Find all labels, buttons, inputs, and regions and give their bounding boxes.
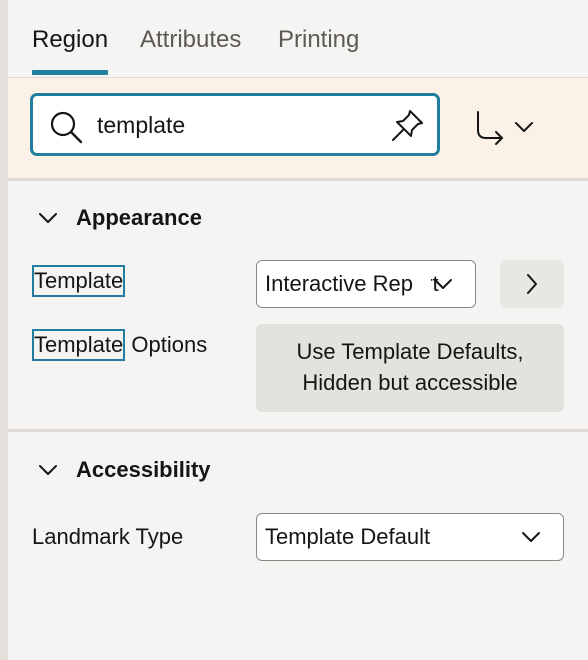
tab-region[interactable]: Region xyxy=(32,26,108,54)
tab-printing[interactable]: Printing xyxy=(278,26,359,54)
tab-bar: Region Attributes Printing xyxy=(8,0,588,78)
template-options-button[interactable]: Use Template Defaults, Hidden but access… xyxy=(256,324,564,412)
appearance-section-title: Appearance xyxy=(76,205,202,230)
left-panel-edge xyxy=(0,0,8,660)
template-options-label: Template Options xyxy=(32,329,207,361)
active-tab-indicator xyxy=(32,70,108,75)
property-editor-panel: Region Attributes Printing template Appe… xyxy=(8,0,588,660)
chevron-down-icon xyxy=(522,532,540,542)
landmark-type-select[interactable]: Template Default xyxy=(256,513,564,561)
chevron-down-icon xyxy=(434,279,452,289)
template-go-to-button[interactable] xyxy=(500,260,564,308)
search-toolbar xyxy=(8,78,588,181)
pin-icon[interactable] xyxy=(389,108,425,144)
search-input[interactable] xyxy=(97,108,377,142)
chevron-down-icon xyxy=(39,465,57,475)
landmark-type-label: Landmark Type xyxy=(32,524,184,549)
accessibility-section-header[interactable]: Accessibility xyxy=(8,450,588,490)
template-options-value-line2: Hidden but accessible xyxy=(302,370,518,395)
template-options-value-line1: Use Template Defaults, xyxy=(296,339,524,364)
chevron-right-icon xyxy=(527,274,537,294)
search-field[interactable] xyxy=(30,93,440,156)
accessibility-section-title: Accessibility xyxy=(76,457,211,482)
chevron-down-icon xyxy=(515,122,533,132)
search-highlight: Template xyxy=(32,265,126,297)
template-options-label-rest: Options xyxy=(125,332,208,357)
section-divider xyxy=(8,429,588,432)
goto-group-button[interactable] xyxy=(470,106,538,146)
tab-attributes[interactable]: Attributes xyxy=(140,26,241,54)
search-icon xyxy=(50,111,83,144)
search-highlight: Template xyxy=(32,329,126,361)
appearance-section-header[interactable]: Appearance xyxy=(8,198,588,238)
landmark-type-select-value: Template Default xyxy=(265,524,431,549)
template-label: Template xyxy=(32,265,126,297)
template-select[interactable]: Interactive Report xyxy=(256,260,476,308)
chevron-down-icon xyxy=(39,213,57,223)
